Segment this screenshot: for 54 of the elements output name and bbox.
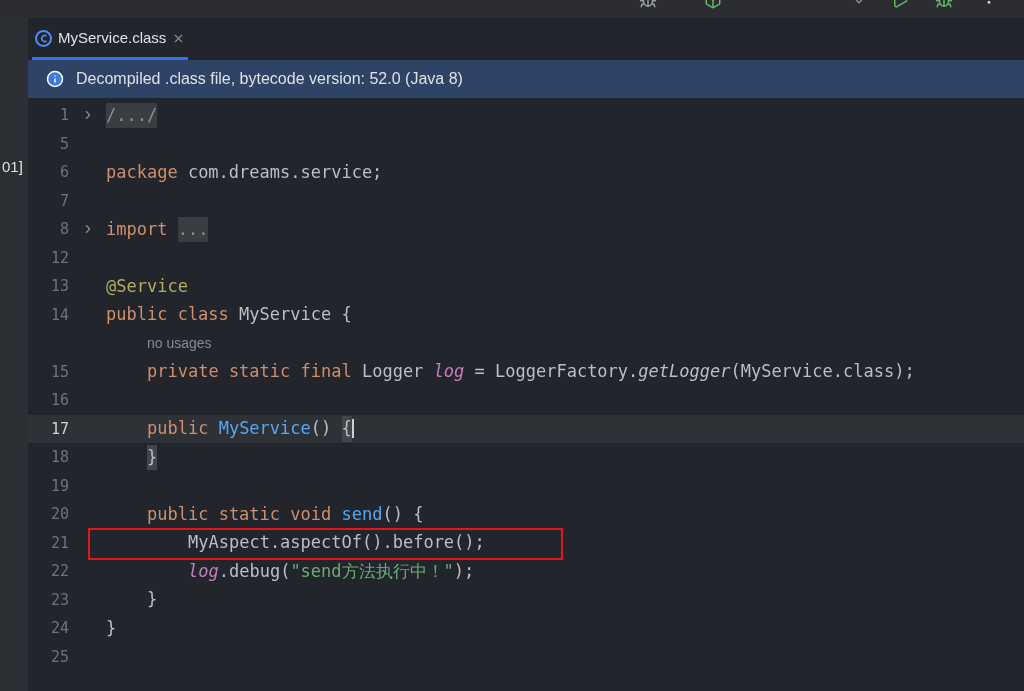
- code-method-name: MyService: [218, 417, 311, 440]
- code-keyword: public static void: [147, 502, 333, 526]
- info-icon: [46, 70, 64, 88]
- code-text: MyService {: [238, 303, 352, 326]
- code-string: "send方法执行中！": [290, 559, 454, 583]
- code-brace: }: [147, 444, 158, 470]
- line-number: 14: [49, 304, 69, 326]
- code-keyword: public: [147, 417, 210, 440]
- line-number: 24: [49, 618, 69, 639]
- line-number: 7: [58, 190, 69, 212]
- code-field: log: [433, 359, 465, 385]
- usages-hint[interactable]: no usages: [147, 332, 212, 354]
- class-icon: [35, 30, 52, 47]
- code-text: }: [147, 588, 158, 611]
- code-annotation: @Service: [106, 274, 188, 298]
- code-text: () {: [382, 502, 424, 526]
- line-number: 16: [49, 390, 69, 411]
- code-text: Logger: [360, 360, 425, 383]
- code-text: = LoggerFactory.: [473, 360, 639, 383]
- folded-code: ...: [177, 216, 209, 242]
- code-method-call: getLogger: [638, 360, 731, 383]
- line-number: 5: [58, 133, 69, 155]
- line-number: 17: [49, 418, 69, 440]
- line-number: 12: [49, 247, 69, 269]
- line-number: 21: [49, 532, 69, 554]
- line-number: 1: [58, 105, 69, 126]
- code-keyword: import: [106, 217, 169, 241]
- code-text: MyAspect.aspectOf().before();: [188, 531, 485, 554]
- line-number: 23: [49, 589, 69, 611]
- panel-text: 01]: [2, 157, 23, 177]
- code-brace: {: [341, 416, 352, 442]
- code-keyword: package: [106, 160, 178, 184]
- banner-text: Decompiled .class file, bytecode version: 52.0 (Java 8): [76, 69, 463, 89]
- code-text: }: [106, 616, 117, 640]
- line-number: 15: [49, 361, 69, 383]
- line-number: 6: [58, 162, 69, 183]
- code-text: );: [453, 559, 475, 583]
- code-method-name: send: [341, 502, 383, 526]
- line-number: 8: [58, 219, 69, 240]
- line-number: 18: [49, 447, 69, 468]
- code-text: (MyService.class);: [730, 360, 915, 383]
- code-keyword: private static final: [147, 360, 352, 383]
- line-number: 22: [49, 561, 69, 582]
- folded-code: /.../: [106, 102, 158, 128]
- code-text: (): [310, 417, 333, 440]
- code-text: .debug(: [218, 559, 291, 583]
- line-number: 19: [49, 475, 69, 497]
- code-keyword: public class: [106, 303, 229, 326]
- line-number: 20: [49, 504, 69, 525]
- code-text: com.dreams.service;: [186, 160, 383, 184]
- line-number: 25: [49, 646, 69, 668]
- line-number: 13: [49, 276, 69, 297]
- text-cursor: [351, 419, 354, 439]
- code-field: log: [188, 558, 219, 584]
